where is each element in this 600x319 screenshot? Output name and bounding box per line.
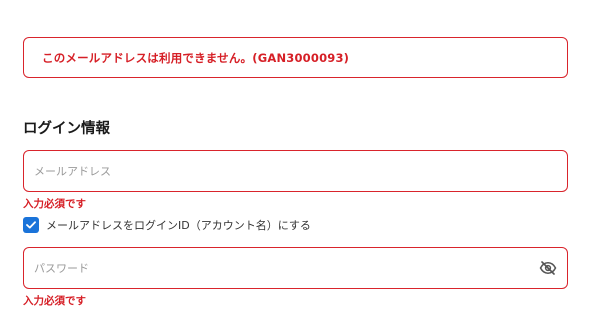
- password-input[interactable]: [24, 248, 504, 288]
- use-email-as-id-label: メールアドレスをログインID（アカウント名）にする: [46, 219, 311, 232]
- email-error-message: 入力必須です: [23, 198, 86, 210]
- email-input[interactable]: [24, 151, 504, 191]
- use-email-as-id-checkbox-row[interactable]: メールアドレスをログインID（アカウント名）にする: [23, 216, 311, 234]
- email-field-container: [23, 150, 568, 192]
- eye-slash-icon[interactable]: [539, 259, 557, 277]
- password-field-container: [23, 247, 568, 289]
- section-title: ログイン情報: [23, 121, 110, 137]
- error-banner-message: このメールアドレスは利用できません。(GAN3000093): [42, 50, 350, 65]
- password-error-message: 入力必須です: [23, 295, 86, 307]
- checkmark-icon: [26, 221, 36, 229]
- error-banner: このメールアドレスは利用できません。(GAN3000093): [23, 37, 568, 78]
- use-email-as-id-checkbox[interactable]: [23, 217, 39, 233]
